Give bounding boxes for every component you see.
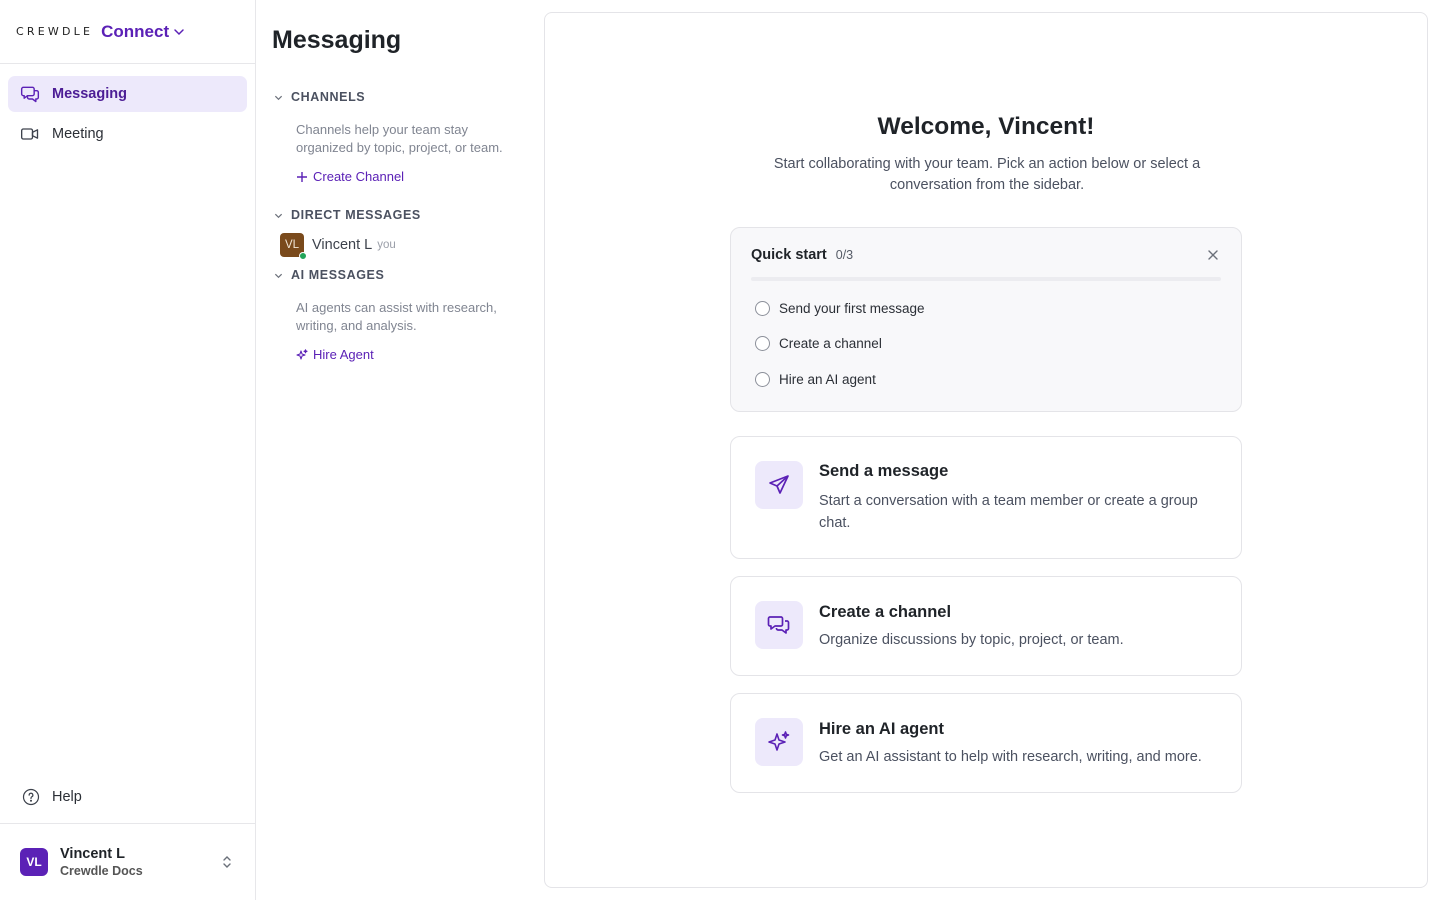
brand-header: CREWDLE Connect — [0, 0, 255, 64]
quick-start-item[interactable]: Create a channel — [755, 336, 882, 351]
main-panel: Welcome, Vincent! Start collaborating wi… — [544, 12, 1428, 888]
dm-item-vincent[interactable]: VL Vincent L you — [280, 233, 396, 260]
ai-messages-section-toggle[interactable]: AI MESSAGES — [274, 268, 384, 282]
chat-bubbles-icon — [20, 86, 40, 103]
chevron-down-icon — [274, 213, 283, 218]
user-name: Vincent L — [60, 846, 125, 862]
create-channel-label: Create Channel — [313, 169, 405, 184]
hire-agent-label: Hire Agent — [313, 347, 374, 362]
paper-plane-icon — [769, 475, 789, 494]
product-switcher[interactable]: Connect — [101, 22, 185, 42]
channels-section-toggle[interactable]: CHANNELS — [274, 90, 365, 104]
quick-start-count: 0/3 — [835, 248, 854, 262]
sparkles-icon — [768, 731, 790, 751]
ai-messages-description: AI agents can assist with research, writ… — [296, 300, 497, 333]
help-circle-icon — [22, 788, 40, 806]
card-icon — [755, 718, 803, 766]
send-message-card[interactable]: Send a message Start a conversation with… — [730, 436, 1242, 559]
create-channel-card[interactable]: Create a channel Organize discussions by… — [730, 576, 1242, 676]
online-indicator — [299, 252, 307, 260]
dm-name: Vincent L — [312, 237, 373, 253]
chat-bubbles-icon — [767, 616, 790, 634]
hire-agent-button[interactable]: Hire Agent — [296, 347, 374, 362]
user-org: Crewdle Docs — [60, 864, 143, 878]
nav-item-messaging[interactable]: Messaging — [8, 76, 247, 112]
quick-start-item-label: Create a channel — [779, 336, 882, 351]
card-description: Organize discussions by topic, project, … — [819, 632, 1124, 648]
card-title: Create a channel — [819, 603, 952, 621]
card-icon — [755, 601, 803, 649]
direct-messages-section-toggle[interactable]: DIRECT MESSAGES — [274, 208, 421, 222]
product-name: Connect — [101, 21, 170, 41]
card-icon — [755, 461, 803, 509]
hire-agent-card[interactable]: Hire an AI agent Get an AI assistant to … — [730, 693, 1242, 793]
chevron-down-icon — [274, 95, 283, 100]
avatar: VL — [280, 233, 307, 260]
card-title: Hire an AI agent — [819, 720, 944, 738]
checkbox-circle[interactable] — [755, 336, 770, 351]
ai-messages-heading: AI MESSAGES — [291, 268, 385, 282]
welcome-subtitle: Start collaborating with your team. Pick… — [773, 156, 1201, 193]
quick-start-progress — [751, 277, 1221, 281]
quick-start-item-label: Hire an AI agent — [779, 372, 876, 387]
plus-icon — [297, 171, 307, 182]
close-icon[interactable] — [1207, 249, 1219, 261]
quick-start-item[interactable]: Hire an AI agent — [755, 372, 876, 387]
help-link[interactable]: Help — [8, 780, 247, 814]
left-nav: CREWDLE Connect Messaging Meeting Help V… — [0, 0, 256, 900]
dm-initials: VL — [284, 239, 300, 251]
user-menu[interactable]: VL Vincent L Crewdle Docs — [0, 823, 255, 900]
chevron-updown-icon[interactable] — [221, 855, 233, 869]
help-label: Help — [52, 789, 82, 805]
quick-start-panel: Quick start 0/3 Send your first message … — [730, 227, 1242, 412]
welcome-heading: Welcome, Vincent! — [877, 113, 1095, 140]
chevron-down-icon — [274, 273, 283, 278]
quick-start-item[interactable]: Send your first message — [755, 301, 925, 316]
checkbox-circle[interactable] — [755, 372, 770, 387]
channels-description: Channels help your team stay organized b… — [296, 122, 503, 155]
messaging-sidebar: Messaging CHANNELS Channels help your te… — [256, 0, 544, 900]
channels-heading: CHANNELS — [291, 90, 366, 104]
card-description: Get an AI assistant to help with researc… — [819, 749, 1202, 765]
checkbox-circle[interactable] — [755, 301, 770, 316]
create-channel-button[interactable]: Create Channel — [296, 169, 404, 184]
nav-item-meeting[interactable]: Meeting — [8, 116, 247, 152]
chevron-down-icon — [174, 28, 184, 35]
dm-you-tag: you — [377, 239, 396, 251]
nav-item-label: Meeting — [52, 126, 104, 142]
brand-wordmark: CREWDLE — [16, 25, 94, 38]
quick-start-title: Quick start — [751, 247, 827, 263]
video-camera-icon — [21, 128, 39, 140]
direct-messages-heading: DIRECT MESSAGES — [291, 208, 421, 222]
card-title: Send a message — [819, 462, 949, 480]
quick-start-item-label: Send your first message — [779, 301, 925, 316]
nav-item-label: Messaging — [52, 86, 127, 102]
card-description: Start a conversation with a team member … — [819, 493, 1198, 531]
avatar: VL — [20, 848, 48, 876]
sparkles-icon — [296, 348, 308, 360]
page-title: Messaging — [272, 26, 402, 54]
